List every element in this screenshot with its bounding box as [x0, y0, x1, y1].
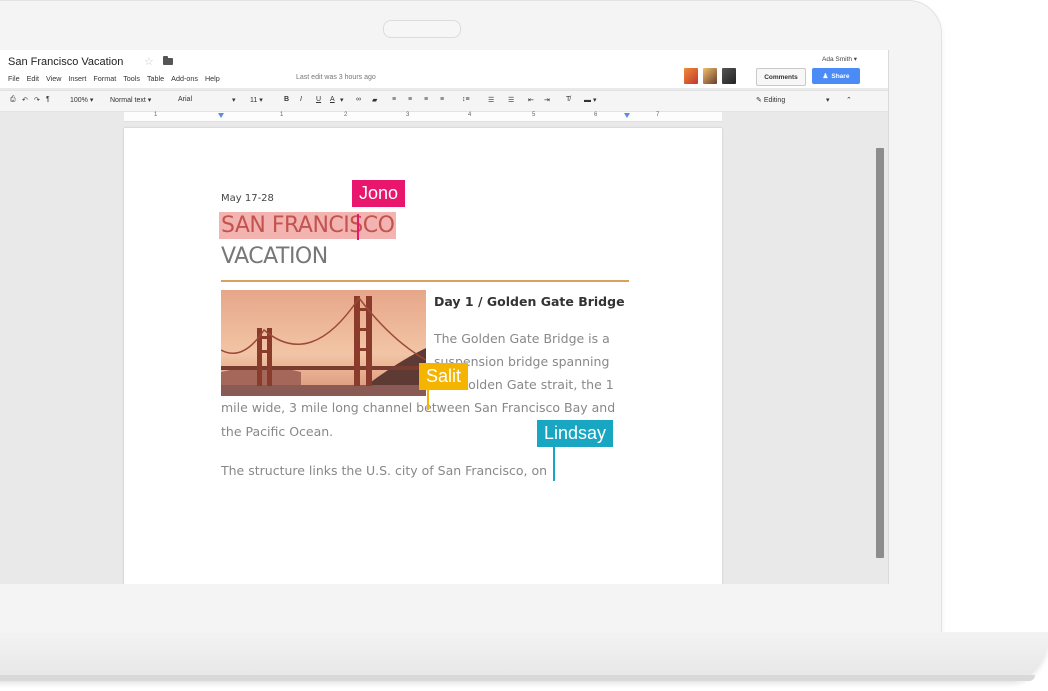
avatar[interactable] — [722, 68, 736, 84]
menu-format[interactable]: Format — [93, 74, 116, 83]
menu-file[interactable]: File — [8, 74, 20, 83]
undo-icon[interactable]: ↶ — [22, 96, 28, 104]
horizontal-rule — [221, 280, 629, 282]
align-left-icon[interactable]: ≡ — [392, 96, 396, 103]
collaborator-label-jono: Jono — [352, 180, 406, 207]
font-select[interactable]: Arial — [178, 96, 192, 103]
collaborator-cursor-jono — [357, 214, 359, 240]
style-value: Normal text — [110, 97, 146, 104]
collapse-menu-icon[interactable]: ⌃ — [846, 96, 852, 104]
star-icon[interactable]: ☆ — [144, 55, 154, 68]
chevron-down-icon[interactable]: ▾ — [826, 96, 830, 104]
formatting-toolbar: ⎙ ↶ ↷ ¶ 100% ▾ Normal text ▾ Arial ▾ 11 … — [0, 90, 888, 112]
ruler[interactable]: 1 1 2 3 4 5 6 7 — [124, 112, 722, 122]
menu-insert[interactable]: Insert — [68, 74, 86, 83]
menu-table[interactable]: Table — [147, 74, 164, 83]
line-spacing-icon[interactable]: ↕≡ — [462, 96, 470, 103]
decrease-indent-icon[interactable]: ⇤ — [528, 96, 534, 104]
collaborator-label-salit: Salit — [419, 363, 469, 390]
menu-edit[interactable]: Edit — [27, 74, 39, 83]
share-button[interactable]: ♟ Share — [812, 68, 860, 84]
paragraph-line: mile wide, 3 mile long channel between S… — [221, 400, 616, 415]
align-right-icon[interactable]: ≡ — [424, 96, 428, 103]
print-icon[interactable]: ⎙ — [10, 96, 16, 104]
document-date: May 17-28 — [221, 193, 274, 204]
editing-mode-select[interactable]: ✎ Editing — [756, 96, 785, 104]
ruler-number: 7 — [656, 112, 660, 118]
title-bar: San Francisco Vacation ☆ File Edit View … — [0, 50, 888, 88]
right-indent-marker[interactable] — [624, 113, 630, 118]
chevron-down-icon[interactable]: ▾ — [232, 96, 236, 104]
ruler-number: 3 — [406, 112, 410, 118]
editing-mode-label: Editing — [763, 97, 786, 104]
font-value: Arial — [178, 96, 193, 103]
ruler-number: 6 — [594, 112, 598, 118]
menu-bar: File Edit View Insert Format Tools Table… — [8, 74, 220, 83]
heading-line-1: SAN FRANCISCO — [219, 212, 397, 239]
redo-icon[interactable]: ↷ — [34, 96, 40, 104]
paragraph-line: The Golden Gate Bridge is a — [434, 331, 610, 346]
collaborator-avatars — [684, 68, 736, 84]
menu-tools[interactable]: Tools — [123, 74, 140, 83]
style-select[interactable]: Normal text ▾ — [110, 96, 151, 104]
collaborator-cursor-lindsay — [553, 447, 555, 481]
last-edit-status[interactable]: Last edit was 3 hours ago — [296, 74, 376, 81]
ruler-number: 5 — [532, 112, 536, 118]
document-page[interactable]: May 17-28 SAN FRANCISCO VACATION Day 1 /… — [124, 128, 722, 584]
indent-marker[interactable] — [218, 113, 224, 118]
font-size-value: 11 — [250, 97, 258, 104]
share-label: Share — [831, 72, 850, 80]
comments-button[interactable]: Comments — [756, 68, 806, 86]
paragraph-line: the Pacific Ocean. — [221, 424, 334, 439]
ruler-number: 1 — [280, 112, 284, 118]
paint-format-icon[interactable]: ¶ — [46, 96, 50, 103]
bulleted-list-icon[interactable]: ☰ — [508, 96, 514, 104]
zoom-select[interactable]: 100% ▾ — [70, 96, 93, 104]
align-justify-icon[interactable]: ≡ — [440, 96, 444, 103]
ruler-number: 1 — [154, 112, 158, 118]
section-heading: Day 1 / Golden Gate Bridge — [434, 294, 625, 309]
italic-button[interactable]: I — [300, 96, 302, 103]
link-icon[interactable]: ∞ — [356, 96, 361, 103]
laptop-base-edge — [0, 675, 1035, 681]
menu-help[interactable]: Help — [205, 74, 220, 83]
bold-button[interactable]: B — [284, 96, 289, 103]
font-size-select[interactable]: 11 ▾ — [250, 96, 263, 104]
ruler-number: 4 — [468, 112, 472, 118]
chevron-down-icon[interactable]: ▾ — [340, 96, 344, 104]
underline-button[interactable]: U — [316, 96, 321, 103]
clear-formatting-icon[interactable]: T̸ — [566, 96, 570, 103]
scrollbar-thumb[interactable] — [876, 148, 884, 558]
collaborator-cursor-salit — [427, 390, 429, 410]
person-icon: ♟ — [822, 73, 829, 80]
golden-gate-bridge-image[interactable] — [221, 290, 426, 396]
screen: San Francisco Vacation ☆ File Edit View … — [0, 50, 889, 584]
input-tools-icon[interactable]: ▬ ▾ — [584, 96, 596, 104]
text-color-button[interactable]: A — [330, 96, 335, 103]
align-center-icon[interactable]: ≡ — [408, 96, 412, 103]
webcam — [383, 20, 461, 38]
avatar[interactable] — [703, 68, 717, 84]
menu-add-ons[interactable]: Add-ons — [171, 74, 198, 83]
heading-line-2: VACATION — [221, 244, 328, 269]
folder-icon[interactable] — [163, 56, 173, 65]
increase-indent-icon[interactable]: ⇥ — [544, 96, 550, 104]
numbered-list-icon[interactable]: ☰ — [488, 96, 494, 104]
collaborator-label-lindsay: Lindsay — [537, 420, 614, 447]
menu-view[interactable]: View — [46, 74, 61, 83]
avatar[interactable] — [684, 68, 698, 84]
paragraph-2: The structure links the U.S. city of San… — [221, 463, 548, 478]
user-account-menu[interactable]: Ada Smith ▾ — [822, 55, 857, 63]
zoom-value: 100% — [70, 97, 88, 104]
ruler-number: 2 — [344, 112, 348, 118]
document-title[interactable]: San Francisco Vacation — [8, 56, 123, 68]
comment-icon[interactable]: ▰ — [372, 96, 377, 104]
